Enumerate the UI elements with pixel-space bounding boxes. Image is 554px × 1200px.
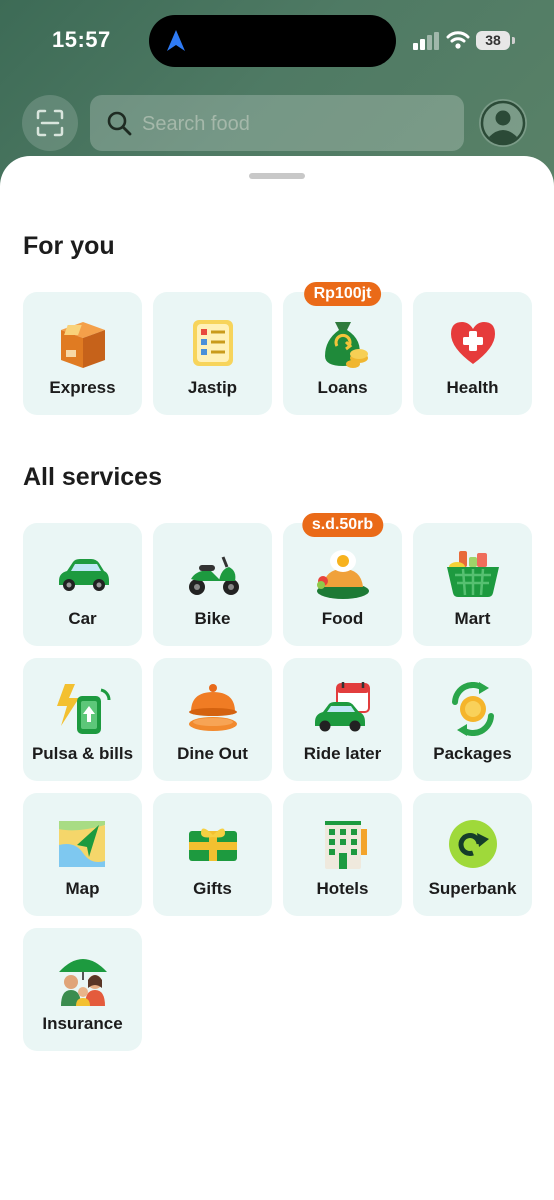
scan-button[interactable] bbox=[22, 95, 78, 151]
tile-ride-later[interactable]: Ride later bbox=[283, 658, 402, 781]
tile-label: Pulsa & bills bbox=[31, 744, 134, 763]
tile-label: Packages bbox=[433, 744, 512, 763]
tile-mart[interactable]: Mart bbox=[413, 523, 532, 646]
profile-avatar-icon bbox=[480, 100, 526, 146]
food-icon bbox=[317, 550, 369, 599]
tile-car[interactable]: Car bbox=[23, 523, 142, 646]
tile-insurance[interactable]: Insurance bbox=[23, 928, 142, 1051]
tile-label: Dine Out bbox=[177, 744, 248, 763]
insurance-umbrella-icon bbox=[59, 959, 107, 1006]
tile-packages[interactable]: Packages bbox=[413, 658, 532, 781]
battery-tip bbox=[512, 37, 515, 44]
loans-moneybag-icon bbox=[325, 322, 368, 368]
all-services-heading: All services bbox=[23, 463, 162, 491]
tile-label: Loans bbox=[317, 378, 368, 397]
mart-basket-icon bbox=[447, 551, 499, 597]
status-time: 15:57 bbox=[52, 27, 111, 52]
tile-label: Gifts bbox=[193, 879, 232, 898]
services-sheet: For you Express Jastip Rp100jt Loans Hea… bbox=[0, 156, 554, 1200]
search-bar[interactable] bbox=[90, 95, 464, 151]
tile-label: Express bbox=[49, 378, 116, 397]
profile-avatar-button[interactable] bbox=[479, 99, 527, 147]
dine-out-cloche-icon bbox=[189, 684, 237, 731]
dynamic-island bbox=[149, 15, 396, 67]
tile-label: Car bbox=[68, 609, 97, 628]
tile-label: Map bbox=[65, 879, 100, 898]
tile-express[interactable]: Express bbox=[23, 292, 142, 415]
tile-label: Food bbox=[321, 609, 364, 628]
pulsa-phone-icon bbox=[57, 684, 111, 734]
tile-dine-out[interactable]: Dine Out bbox=[153, 658, 272, 781]
tile-label: Jastip bbox=[187, 378, 238, 397]
map-icon bbox=[59, 821, 105, 867]
tile-pulsa-bills[interactable]: Pulsa & bills bbox=[23, 658, 142, 781]
bike-icon bbox=[189, 556, 239, 595]
tile-label: Mart bbox=[454, 609, 491, 628]
health-heart-icon bbox=[451, 322, 495, 364]
packages-coin-icon bbox=[452, 682, 494, 736]
tile-food[interactable]: s.d.50rb Food bbox=[283, 513, 402, 646]
sheet-drag-handle[interactable] bbox=[249, 173, 305, 179]
battery-indicator: 38 bbox=[476, 31, 510, 50]
tile-map[interactable]: Map bbox=[23, 793, 142, 916]
tile-label: Health bbox=[446, 378, 499, 397]
for-you-heading: For you bbox=[23, 232, 115, 260]
tile-label: Superbank bbox=[428, 879, 517, 898]
tile-superbank[interactable]: Superbank bbox=[413, 793, 532, 916]
search-input[interactable] bbox=[140, 108, 444, 140]
loans-badge: Rp100jt bbox=[303, 282, 382, 306]
express-box-icon bbox=[61, 322, 105, 368]
wifi-icon bbox=[446, 31, 470, 49]
search-icon bbox=[107, 111, 132, 136]
tile-label: Ride later bbox=[303, 744, 382, 763]
cellular-signal-icon bbox=[413, 32, 439, 50]
ride-later-car-calendar-icon bbox=[315, 682, 370, 732]
gifts-icon bbox=[189, 828, 237, 861]
tile-gifts[interactable]: Gifts bbox=[153, 793, 272, 916]
tile-hotels[interactable]: Hotels bbox=[283, 793, 402, 916]
jastip-checklist-icon bbox=[193, 320, 233, 366]
tile-label: Insurance bbox=[42, 1014, 123, 1033]
superbank-icon bbox=[449, 820, 497, 868]
tile-label: Hotels bbox=[316, 879, 369, 898]
car-icon bbox=[59, 559, 109, 591]
tile-jastip[interactable]: Jastip bbox=[153, 292, 272, 415]
tile-health[interactable]: Health bbox=[413, 292, 532, 415]
scan-icon bbox=[36, 109, 64, 137]
hotels-icon bbox=[325, 821, 367, 869]
food-badge: s.d.50rb bbox=[301, 513, 384, 537]
tile-bike[interactable]: Bike bbox=[153, 523, 272, 646]
tile-loans[interactable]: Rp100jt Loans bbox=[283, 282, 402, 415]
status-bar: 15:57 38 bbox=[0, 0, 554, 80]
tile-label: Bike bbox=[194, 609, 231, 628]
navigation-arrow-icon bbox=[167, 30, 185, 51]
